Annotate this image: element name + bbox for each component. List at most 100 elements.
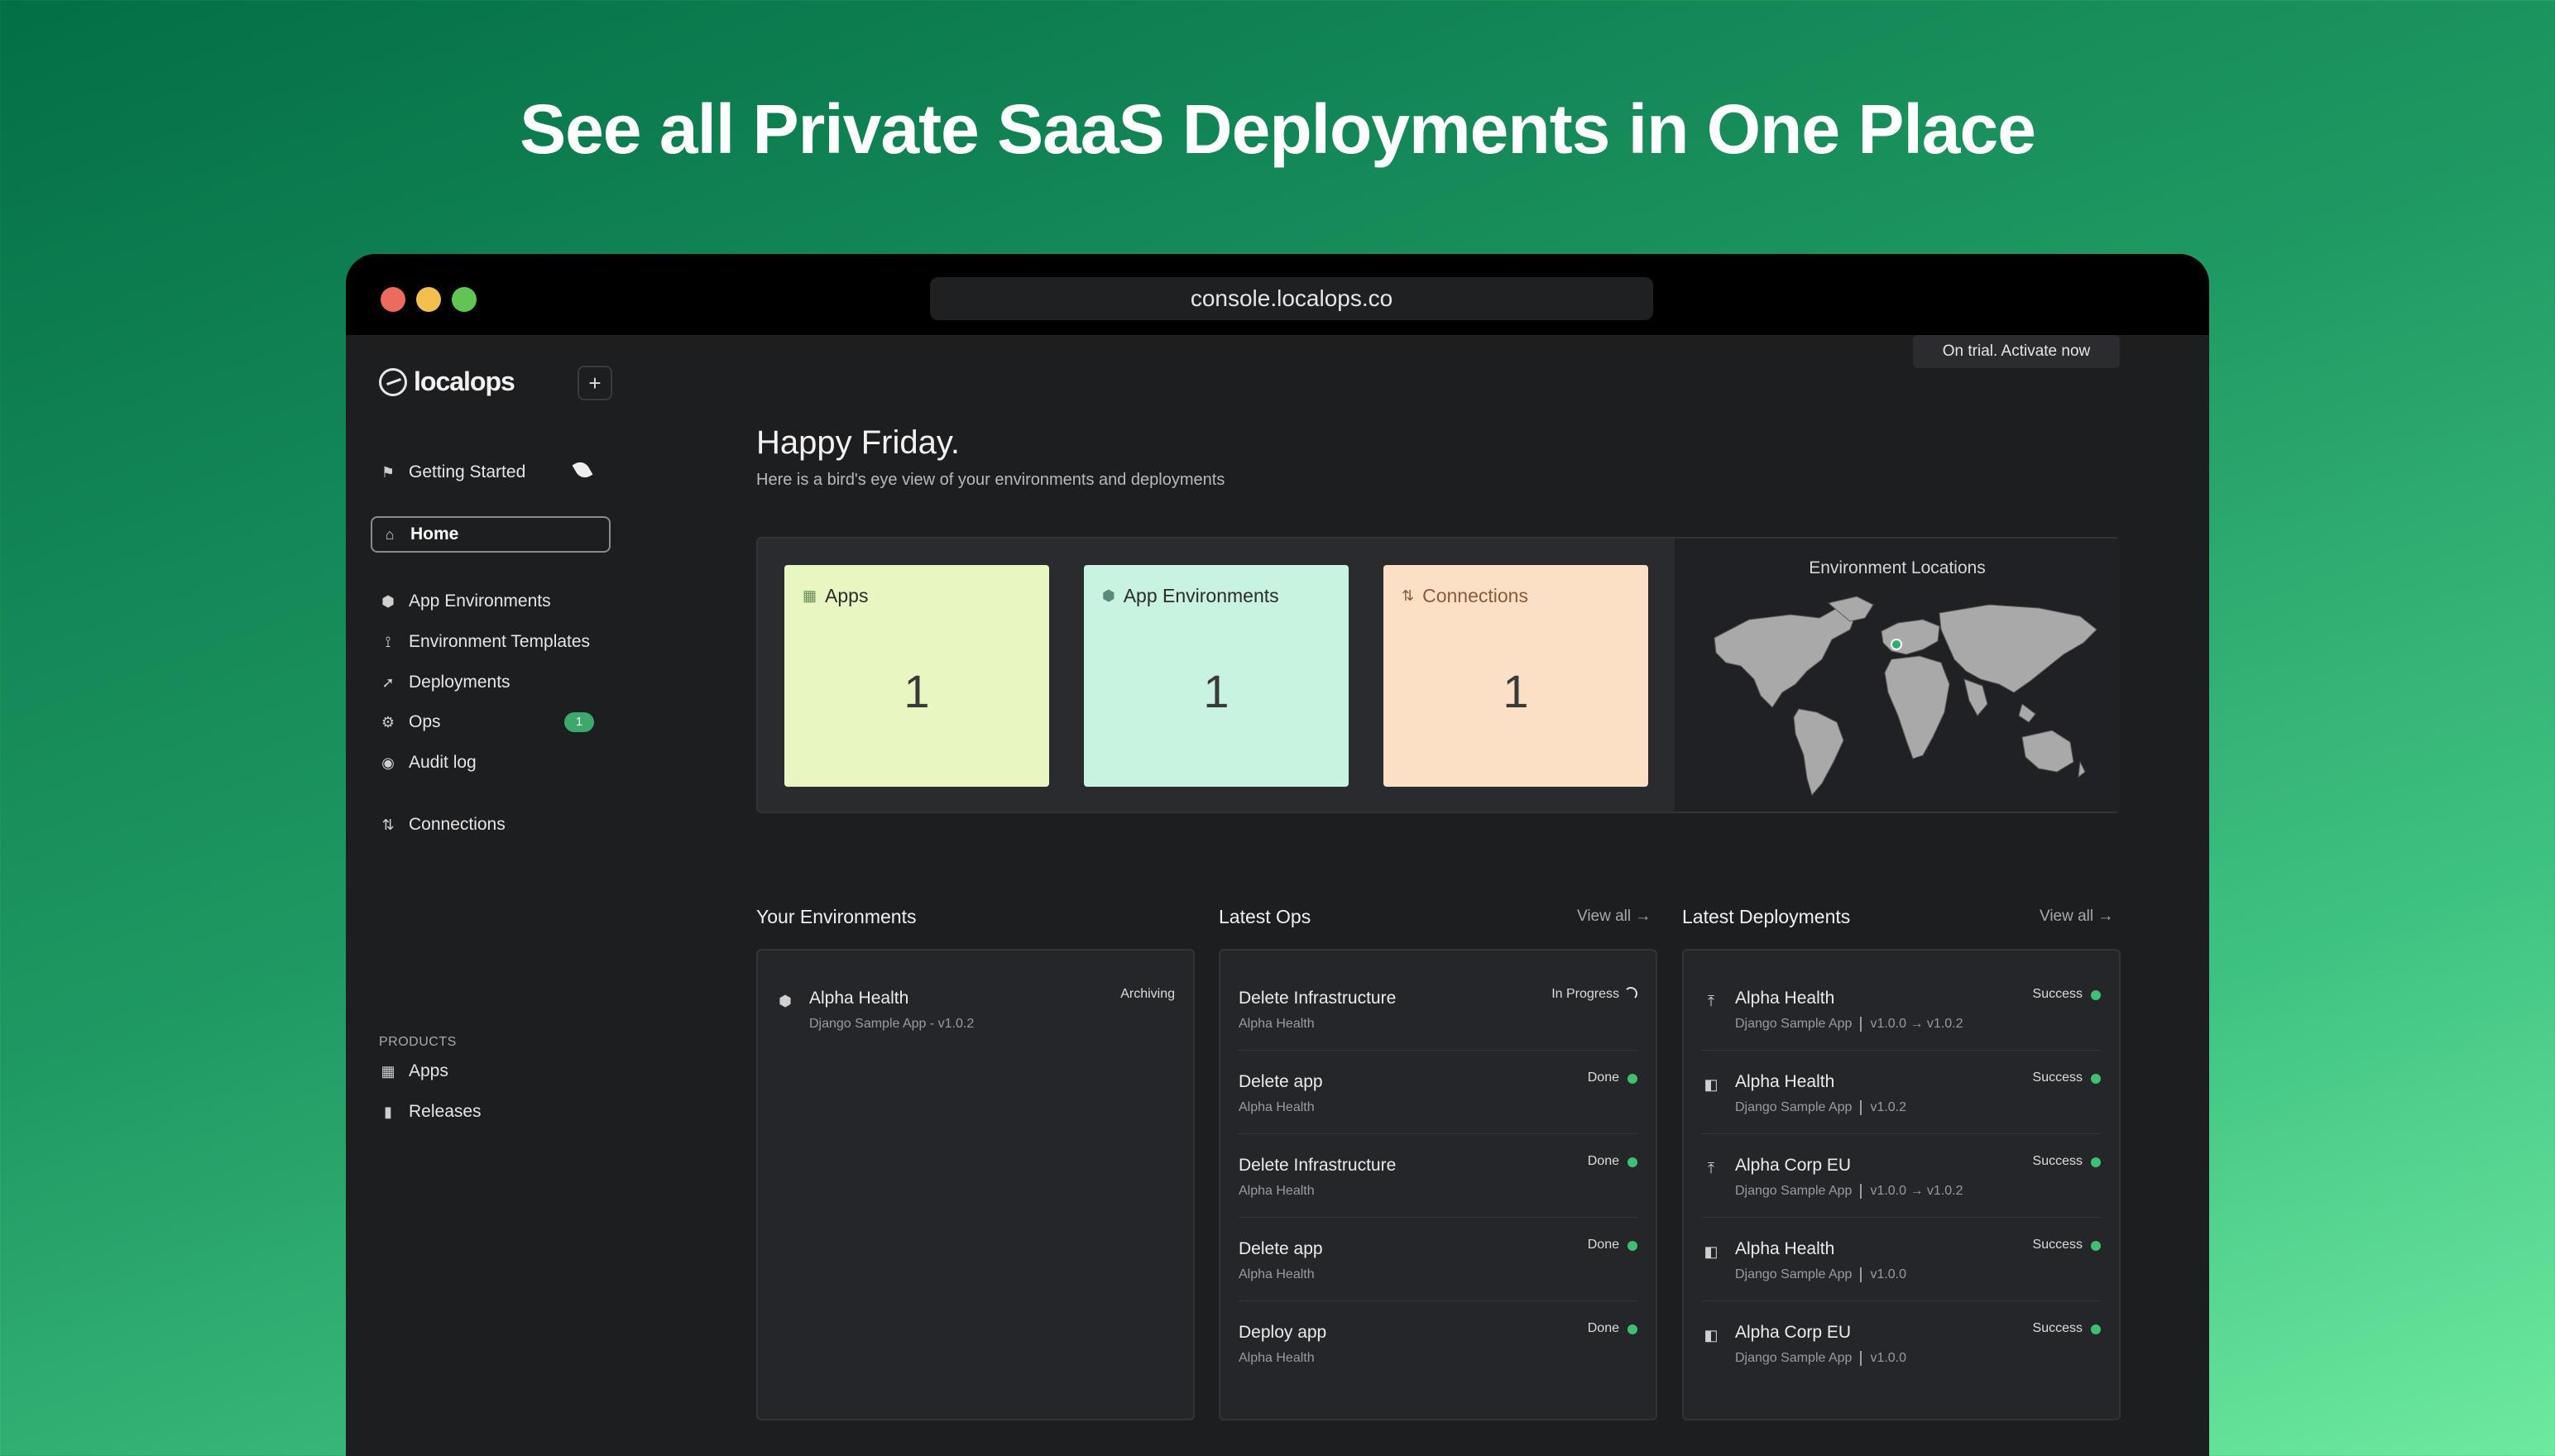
connections-icon: ⇅ (381, 816, 395, 833)
latest-deployments-title: Latest Deployments (1682, 906, 1851, 927)
localops-logo-icon (379, 367, 407, 396)
brand-name: localops (414, 366, 515, 396)
deployment-app: Django Sample App (1735, 1351, 1853, 1366)
list-item[interactable]: ⤒ Alpha Corp EU Django Sample App v1.0.0 … (1702, 1134, 2101, 1218)
sidebar-item-label: Audit log (409, 753, 477, 772)
list-item[interactable]: Delete Infrastructure Alpha Health In Pr… (1239, 967, 1637, 1051)
sidebar-item-label: Environment Templates (409, 632, 591, 651)
deployment-environment: Alpha Health (1735, 989, 1835, 1008)
status-dot-icon (2091, 990, 2101, 1000)
sidebar-item-ops[interactable]: ⚙ Ops 1 (371, 704, 611, 740)
browser-titlebar: console.localops.co (346, 254, 2209, 335)
page-subtitle: Here is a bird's eye view of your enviro… (756, 471, 1225, 489)
new-button[interactable]: + (578, 366, 612, 400)
sidebar-item-home[interactable]: ⌂ Home (371, 516, 611, 553)
latest-ops-title: Latest Ops (1219, 906, 1311, 927)
audit-icon: ◉ (381, 754, 395, 771)
sidebar-item-label: Deployments (409, 673, 511, 692)
sidebar-item-label: Getting Started (409, 462, 526, 481)
op-environment: Alpha Health (1239, 1267, 1315, 1281)
op-environment: Alpha Health (1239, 1100, 1315, 1114)
activate-trial-button[interactable]: On trial. Activate now (1913, 335, 2120, 368)
deployment-version: v1.0.0 → v1.0.2 (1870, 1184, 1963, 1199)
status-badge: Done (1587, 1070, 1619, 1085)
sidebar-item-label: Releases (409, 1102, 482, 1121)
status-dot-icon (2091, 1157, 2101, 1167)
deployment-version: v1.0.0 (1870, 1351, 1907, 1366)
deploy-icon: ◧ (1704, 1243, 1719, 1260)
op-environment: Alpha Health (1239, 1017, 1315, 1031)
separator (1860, 1351, 1862, 1366)
list-item[interactable]: ◧ Alpha Health Django Sample App v1.0.0 S… (1702, 1218, 2101, 1301)
deploy-icon: ◧ (1704, 1327, 1719, 1343)
status-badge: Success (2032, 987, 2083, 1001)
cube-icon: ⬢ (779, 993, 792, 1009)
stat-label: Apps (825, 585, 869, 606)
leaf-icon (572, 458, 593, 481)
deployment-app: Django Sample App (1735, 1100, 1853, 1115)
minimize-window-button[interactable] (416, 287, 441, 312)
ops-view-all-link[interactable]: View all → (1577, 908, 1651, 926)
ops-count-badge: 1 (564, 712, 594, 732)
apps-stat-card[interactable]: ▦ Apps 1 (784, 565, 1049, 787)
brand[interactable]: localops (379, 366, 515, 397)
deployment-environment: Alpha Health (1735, 1072, 1835, 1091)
status-badge: Done (1587, 1154, 1619, 1168)
sidebar-item-audit-log[interactable]: ◉ Audit log (371, 745, 611, 781)
status-badge: Success (2032, 1238, 2083, 1252)
upgrade-icon: ⤒ (1708, 993, 1714, 1009)
grid-icon: ▦ (803, 587, 817, 604)
stat-value: 1 (904, 665, 930, 717)
releases-icon: ▮ (384, 1103, 392, 1120)
products-section-label: PRODUCTS (379, 1035, 457, 1049)
headline: See all Private SaaS Deployments in One … (520, 90, 2036, 168)
list-item[interactable]: ⬢ Alpha Health Django Sample App - v1.0.… (776, 967, 1175, 1051)
sidebar-item-connections[interactable]: ⇅ Connections (371, 807, 611, 843)
sidebar-item-app-environments[interactable]: ⬢ App Environments (371, 583, 611, 620)
deployment-details: Django Sample App v1.0.0 → v1.0.2 (1735, 1184, 1963, 1199)
op-name: Delete Infrastructure (1239, 1156, 1397, 1175)
sidebar-item-label: Ops (409, 712, 441, 731)
op-name: Delete app (1239, 1239, 1323, 1258)
page-title: Happy Friday. (756, 424, 961, 461)
deployment-environment: Alpha Corp EU (1735, 1323, 1852, 1342)
op-name: Delete Infrastructure (1239, 989, 1397, 1008)
separator (1860, 1267, 1862, 1282)
list-item[interactable]: Delete Infrastructure Alpha Health Done (1239, 1134, 1637, 1218)
sidebar-item-getting-started[interactable]: ⚑ Getting Started (371, 454, 611, 491)
upgrade-icon: ⤒ (1708, 1160, 1714, 1176)
sidebar: localops + ⚑ Getting Started ⌂ Home ⬢ Ap… (346, 335, 644, 1456)
environment-locations-map: Environment Locations (1675, 539, 2120, 812)
status-dot-icon (2091, 1324, 2101, 1334)
deployment-details: Django Sample App v1.0.2 (1735, 1100, 1906, 1115)
browser-window: console.localops.co localops + ⚑ Getting… (346, 254, 2209, 1456)
list-item[interactable]: ⤒ Alpha Health Django Sample App v1.0.0 →… (1702, 967, 2101, 1051)
connections-icon: ⇅ (1402, 587, 1415, 604)
deployment-details: Django Sample App v1.0.0 → v1.0.2 (1735, 1017, 1963, 1032)
sidebar-item-releases[interactable]: ▮ Releases (371, 1094, 611, 1130)
sidebar-item-environment-templates[interactable]: ⟟ Environment Templates (371, 624, 611, 660)
deploy-icon: ◧ (1704, 1076, 1719, 1093)
spinner-icon (1624, 987, 1637, 1000)
deployments-view-all-link[interactable]: View all → (2040, 908, 2113, 926)
app-environments-stat-card[interactable]: ⬢ App Environments 1 (1084, 565, 1349, 787)
list-item[interactable]: Delete app Alpha Health Done (1239, 1051, 1637, 1134)
sidebar-item-deployments[interactable]: ➚ Deployments (371, 664, 611, 701)
rocket-icon: ➚ (381, 673, 395, 691)
list-item[interactable]: ◧ Alpha Corp EU Django Sample App v1.0.0 … (1702, 1301, 2101, 1385)
status-badge: Done (1587, 1321, 1619, 1335)
list-item[interactable]: Deploy app Alpha Health Done (1239, 1301, 1637, 1385)
close-window-button[interactable] (381, 287, 405, 312)
world-map-icon (1714, 596, 2097, 797)
url-bar[interactable]: console.localops.co (930, 277, 1653, 320)
your-environments-title: Your Environments (756, 906, 917, 927)
sidebar-item-apps[interactable]: ▦ Apps (371, 1053, 611, 1090)
status-badge: Success (2032, 1070, 2083, 1085)
maximize-window-button[interactable] (452, 287, 477, 312)
connections-stat-card[interactable]: ⇅ Connections 1 (1383, 565, 1648, 787)
list-item[interactable]: Delete app Alpha Health Done (1239, 1218, 1637, 1301)
status-badge: Archiving (1120, 987, 1175, 1001)
deployment-details: Django Sample App v1.0.0 (1735, 1351, 1906, 1366)
list-item[interactable]: ◧ Alpha Health Django Sample App v1.0.2 S… (1702, 1051, 2101, 1134)
stat-label: App Environments (1123, 585, 1279, 606)
